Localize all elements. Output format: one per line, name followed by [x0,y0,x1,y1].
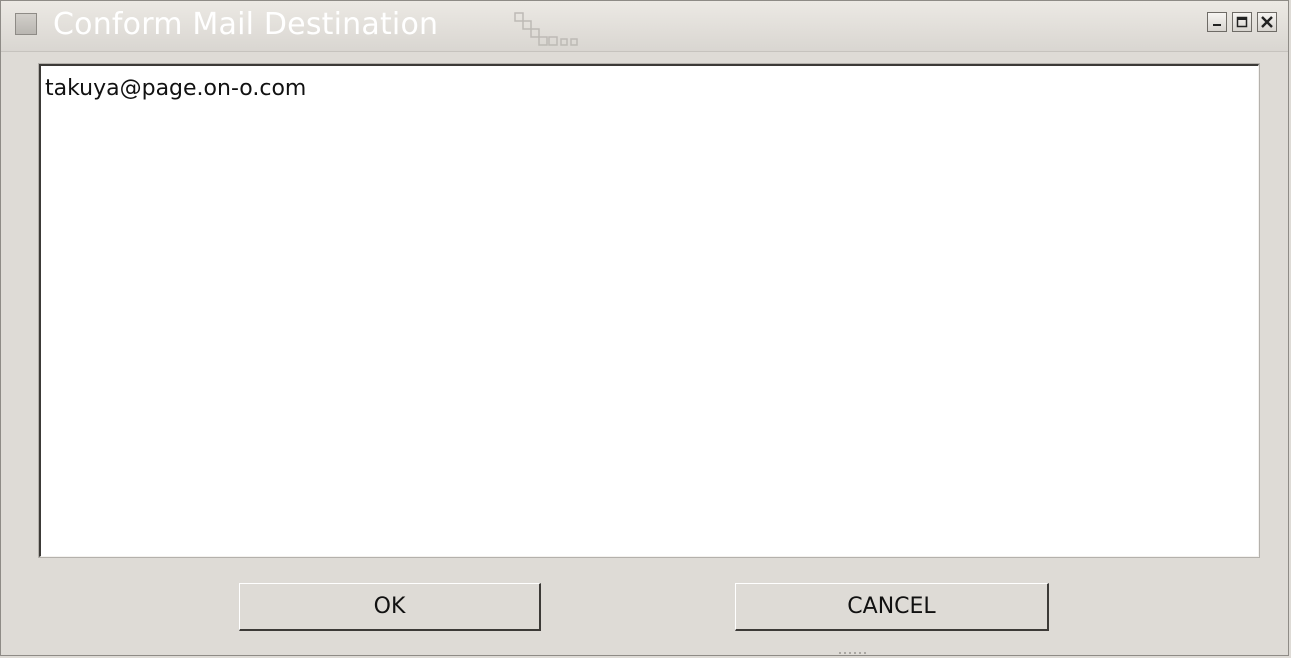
maximize-button[interactable] [1232,12,1252,32]
minimize-icon [1213,24,1221,26]
minimize-button[interactable] [1207,12,1227,32]
title-decoration-icon [514,12,578,46]
close-button[interactable] [1257,12,1277,32]
resize-grip-icon[interactable] [839,651,875,657]
window-title: Conform Mail Destination [53,7,439,42]
cancel-button[interactable]: CANCEL [735,583,1049,631]
close-icon [1261,16,1273,28]
destination-address: takuya@page.on-o.com [45,76,307,101]
destination-text-area[interactable]: takuya@page.on-o.com [38,63,1260,558]
title-bar[interactable]: Conform Mail Destination [1,1,1288,52]
window-menu-icon[interactable] [15,13,37,35]
dialog-window: Conform Mail Destination takuya@page.on-… [0,0,1289,656]
maximize-icon [1236,16,1248,28]
ok-button[interactable]: OK [239,583,541,631]
